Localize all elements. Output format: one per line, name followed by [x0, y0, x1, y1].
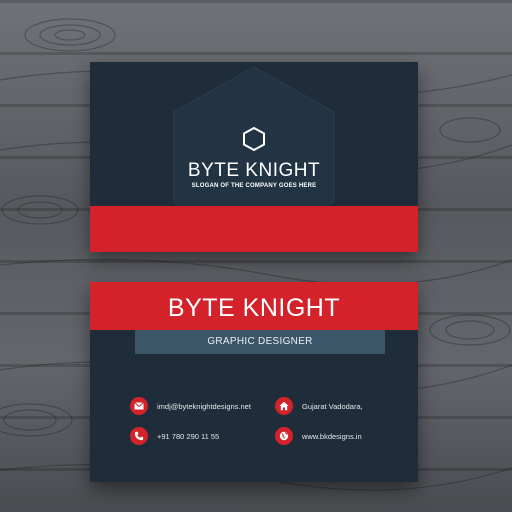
red-stripe	[90, 206, 418, 252]
contact-address: Gujarat Vadodara,	[275, 397, 363, 415]
address-text: Gujarat Vadodara,	[302, 401, 363, 411]
company-name: BYTE KNIGHT	[187, 160, 321, 181]
contact-email: imdj@byteknightdesigns.net	[130, 397, 251, 415]
company-slogan: SLOGAN OF THE COMPANY GOES HERE	[191, 183, 317, 189]
globe-icon	[275, 427, 293, 445]
person-name: BYTE KNIGHT	[167, 294, 341, 322]
home-icon	[275, 397, 293, 415]
envelope-icon	[130, 397, 148, 415]
business-card-front: BYTE KNIGHT SLOGAN OF THE COMPANY GOES H…	[90, 62, 418, 252]
phone-icon	[130, 427, 148, 445]
email-text: imdj@byteknightdesigns.net	[157, 401, 251, 411]
website-text: www.bkdesigns.in	[302, 431, 362, 441]
name-band: BYTE KNIGHT	[90, 282, 418, 330]
business-card-back: BYTE KNIGHT GRAPHIC DESIGNER imdj@bytekn…	[90, 282, 418, 482]
role-bar: GRAPHIC DESIGNER	[135, 330, 385, 354]
job-title: GRAPHIC DESIGNER	[207, 336, 313, 347]
hexagon-outline-icon	[243, 126, 265, 152]
contact-website: www.bkdesigns.in	[275, 427, 362, 445]
phone-text: +91 780 290 11 55	[157, 431, 220, 441]
contact-phone: +91 780 290 11 55	[130, 427, 219, 445]
